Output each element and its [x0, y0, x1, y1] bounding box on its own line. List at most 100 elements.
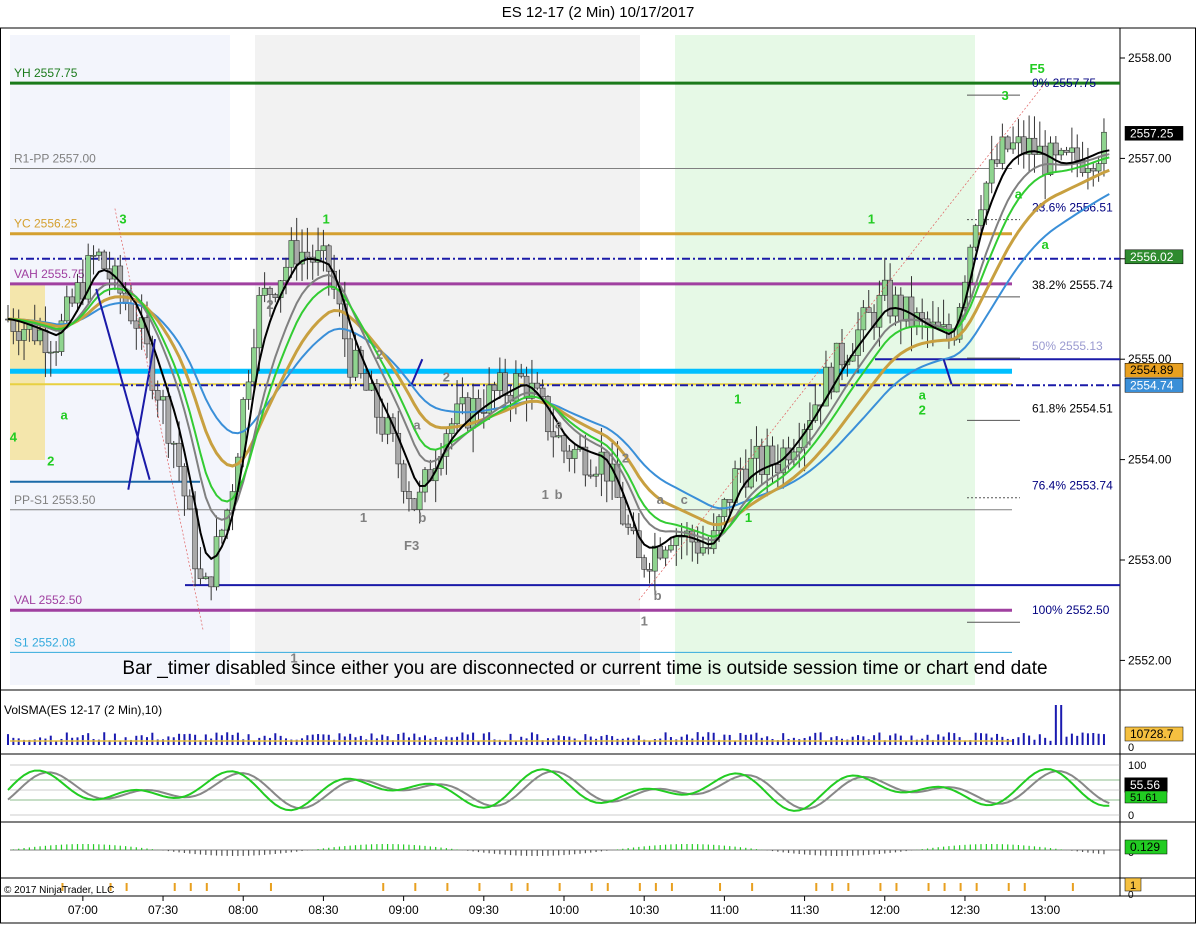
candle-body: [737, 468, 744, 470]
fib-label: 61.8% 2554.51: [1032, 401, 1113, 415]
fib-label: 0% 2557.75: [1032, 76, 1096, 90]
stoch-axis-label: 0: [1128, 810, 1134, 822]
candle-body: [892, 294, 899, 317]
timing-bar: [414, 883, 417, 891]
candle-body: [587, 474, 594, 477]
candle-body: [293, 240, 300, 265]
swing-annotation: 2: [443, 369, 450, 384]
copyright-text: © 2017 NinjaTrader, LLC: [4, 885, 114, 896]
swing-annotation: 4: [10, 430, 18, 445]
candle-body: [128, 303, 134, 322]
timing-value-label: 1: [1130, 880, 1136, 892]
swing-annotation: 2: [266, 297, 273, 312]
timing-bar: [478, 883, 481, 891]
candle-body: [320, 245, 327, 251]
timing-bar: [606, 883, 609, 891]
candle-body: [1020, 136, 1027, 155]
timing-bar: [751, 883, 754, 891]
candle-body: [208, 576, 214, 588]
candle-body: [903, 296, 909, 322]
candle-body: [972, 225, 979, 248]
swing-annotation: b: [418, 510, 426, 525]
candle-body: [561, 435, 567, 452]
candle-body: [283, 266, 289, 282]
timing-bar: [237, 883, 240, 891]
candle-body: [101, 251, 108, 270]
swing-annotation: 1: [641, 613, 648, 628]
candle-body: [416, 491, 423, 510]
swing-annotation: 2: [376, 347, 383, 362]
timing-bar: [173, 883, 176, 891]
candle-body: [400, 463, 407, 492]
candle-body: [454, 403, 460, 425]
candle-body: [256, 295, 263, 349]
candle-body: [352, 349, 359, 378]
candle-body: [657, 545, 664, 559]
swing-annotation: b: [654, 588, 662, 603]
candle-body: [96, 251, 102, 256]
timing-bar: [975, 883, 978, 891]
candle-body: [154, 390, 161, 401]
candle-body: [1074, 147, 1081, 161]
candle-body: [726, 499, 733, 503]
candle-body: [69, 296, 75, 304]
timing-bar: [1071, 883, 1074, 891]
y-tick-label: 2554.00: [1128, 453, 1172, 467]
candle-body: [74, 282, 81, 304]
candle-body: [571, 449, 578, 459]
candle-body: [347, 338, 353, 378]
level-label: VAH 2555.75: [14, 267, 85, 281]
candle-body: [288, 240, 295, 268]
stoch-value-label: 55.56: [1130, 778, 1160, 792]
stoch-axis-label: 100: [1128, 760, 1146, 772]
candle-body: [593, 473, 599, 477]
candle-body: [983, 182, 990, 211]
swing-annotation: 3: [1001, 88, 1008, 103]
candle-body: [219, 529, 225, 537]
timing-bar: [189, 883, 192, 891]
timing-bar: [558, 883, 561, 891]
swing-annotation: a: [919, 387, 927, 402]
timing-bar: [638, 883, 641, 891]
candle-body: [518, 373, 525, 377]
swing-annotation: F3: [404, 538, 419, 553]
fib-label: 50% 2555.13: [1032, 339, 1103, 353]
x-tick-label: 07:00: [68, 903, 98, 917]
candle-body: [534, 382, 541, 389]
candle-body: [769, 445, 776, 465]
x-tick-label: 08:30: [308, 903, 338, 917]
candle-body: [641, 557, 647, 570]
timing-bar: [943, 883, 946, 891]
swing-annotation: 2: [47, 454, 54, 469]
volume-value-label: 10728.7: [1130, 727, 1174, 741]
candle-body: [1010, 142, 1016, 150]
candle-body: [422, 469, 428, 493]
candle-body: [620, 497, 626, 525]
candle-body: [908, 296, 915, 327]
timing-bar: [382, 883, 385, 891]
candle-body: [245, 381, 252, 400]
candle-body: [133, 320, 140, 329]
chart-canvas[interactable]: YH 2557.75 R1-PP 2557.00 YC 2556.25 VAH 255…: [0, 0, 1196, 952]
candle-body: [170, 442, 177, 445]
swing-annotation: F5: [1030, 61, 1045, 76]
candle-body: [497, 372, 503, 391]
candle-body: [555, 435, 562, 438]
candle-body: [304, 251, 311, 258]
fib-label: 100% 2552.50: [1032, 603, 1110, 617]
candle-body: [1058, 149, 1064, 156]
timing-bar: [526, 883, 529, 891]
candle-body: [523, 375, 530, 399]
timing-bar: [1007, 883, 1010, 891]
price-marker-label: 2556.02: [1130, 250, 1174, 264]
candle-body: [1053, 142, 1059, 156]
price-marker-label: 2554.74: [1130, 378, 1174, 392]
swing-annotation: a: [1015, 187, 1023, 202]
timing-bar: [847, 883, 850, 891]
candle-body: [860, 307, 867, 331]
candle-body: [42, 329, 49, 354]
candle-body: [47, 351, 54, 354]
swing-annotation: a: [61, 407, 69, 422]
swing-annotation: 2: [622, 451, 629, 466]
timing-bar: [927, 883, 930, 891]
